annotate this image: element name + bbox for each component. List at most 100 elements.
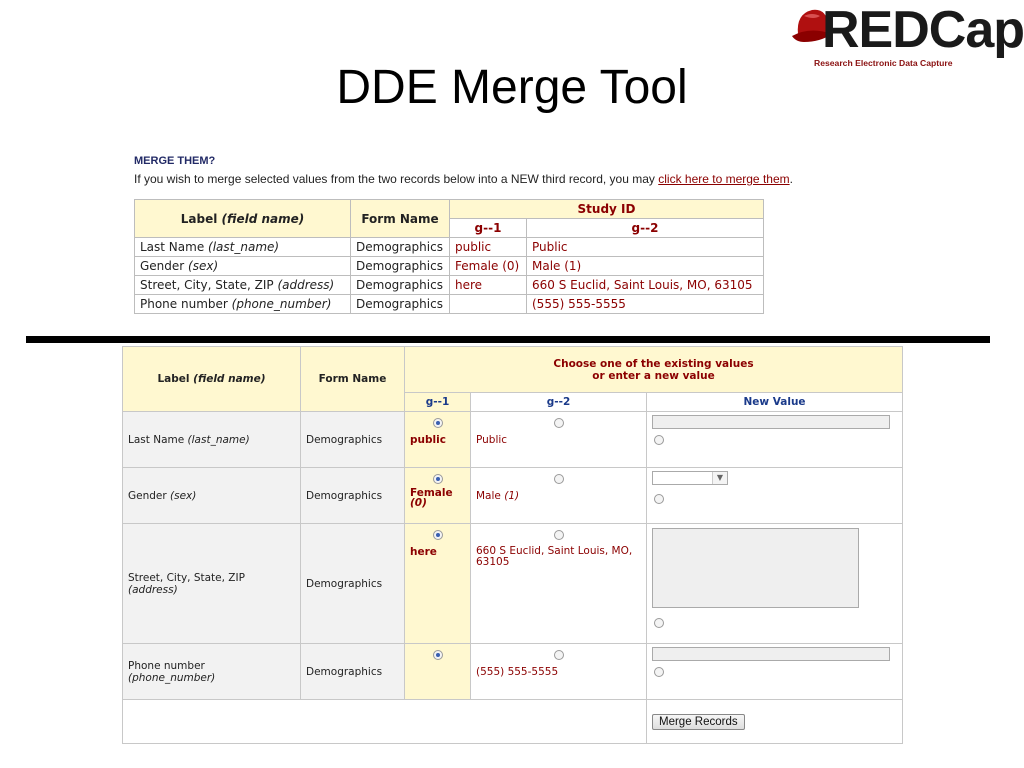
record2-value: Male (1) (476, 490, 641, 502)
row-value-record1: here (449, 275, 527, 295)
row-value-record2: Public (526, 237, 764, 257)
new-value-radio[interactable] (654, 494, 664, 504)
row-label: Gender (sex) (134, 256, 351, 276)
field-name-text: (last_name) (208, 240, 280, 254)
page-title: DDE Merge Tool (336, 61, 688, 114)
merge-header-label: Label (field name) (122, 346, 301, 412)
row-label: Last Name (last_name) (122, 411, 301, 468)
record2-radio[interactable] (553, 650, 564, 660)
label-text: Gender (140, 259, 189, 273)
new-value-select[interactable]: ▼ (652, 471, 728, 485)
table-row: Gender (sex) Demographics Female (0) Male… (122, 467, 903, 524)
row-label: Street, City, State, ZIP (address) (122, 523, 301, 644)
record1-value: here (410, 546, 437, 558)
record1-value: public (410, 434, 446, 446)
table-row: Phone number (phone_number) Demographics… (122, 643, 903, 700)
header-field-name-text: (field name) (193, 373, 266, 385)
record1-radio[interactable] (432, 474, 443, 484)
row-form: Demographics (300, 523, 405, 644)
row-form: Demographics (350, 294, 450, 314)
row-label: Last Name (last_name) (134, 237, 351, 257)
label-text: Last Name (128, 433, 188, 446)
table-row: Street, City, State, ZIP (address) Demog… (134, 275, 764, 295)
table-row: Gender (sex) Demographics Female (0) Mal… (134, 256, 764, 276)
record2-value: Public (476, 434, 508, 446)
record2-value: 660 S Euclid, Saint Louis, MO, 63105 (476, 545, 633, 568)
new-value-textarea[interactable] (652, 528, 859, 608)
new-value-radio[interactable] (654, 435, 664, 445)
merge-description-text: If you wish to merge selected values fro… (134, 172, 659, 186)
merge-records-button[interactable]: Merge Records (652, 713, 745, 730)
label-text: Street, City, State, ZIP (128, 571, 245, 584)
record2-choice[interactable]: Public (470, 411, 647, 468)
label-text: Gender (128, 489, 171, 502)
new-value-radio[interactable] (654, 618, 664, 628)
row-value-record1: public (449, 237, 527, 257)
record1-radio[interactable] (432, 530, 443, 540)
merge-link[interactable]: click here to merge them (658, 172, 789, 186)
table-row: Last Name (last_name) Demographics publi… (122, 411, 903, 468)
table-row: Phone number (phone_number) Demographics… (134, 294, 764, 314)
new-value-radio[interactable] (654, 667, 664, 677)
merge-header-new-value: New Value (646, 392, 903, 412)
row-value-record2: 660 S Euclid, Saint Louis, MO, 63105 (526, 275, 764, 295)
record1-radio[interactable] (432, 418, 443, 428)
label-text: Street, City, State, ZIP (140, 278, 278, 292)
row-value-record1 (449, 294, 527, 314)
record2-value-text: Male (476, 490, 505, 502)
compare-table: Label (field name) Form Name Study ID g-… (134, 199, 764, 314)
label-text: Last Name (140, 240, 209, 254)
field-name-text: (phone_number) (128, 671, 216, 684)
record1-value-code: (0) (410, 497, 427, 509)
field-name-text: (sex) (170, 489, 197, 502)
new-value-cell: ▼ (646, 467, 903, 524)
row-form: Demographics (350, 275, 450, 295)
merge-heading: MERGE THEM? (134, 155, 216, 167)
merge-header-choose: Choose one of the existing values or ent… (404, 346, 903, 393)
record1-choice[interactable]: here (404, 523, 471, 644)
row-value-record2: (555) 555-5555 (526, 294, 764, 314)
new-value-text-input[interactable] (652, 647, 890, 661)
record1-choice[interactable] (404, 643, 471, 700)
choose-line-2: or enter a new value (592, 369, 715, 382)
row-label: Phone number (phone_number) (134, 294, 351, 314)
compare-header-record2: g--2 (526, 218, 764, 238)
merge-table: Label (field name) Form Name Choose one … (122, 346, 903, 744)
record2-radio[interactable] (553, 530, 564, 540)
header-label-text: Label (157, 373, 190, 385)
record2-radio[interactable] (553, 418, 564, 428)
compare-header-label: Label (field name) (134, 199, 351, 238)
field-name-text: (last_name) (187, 433, 250, 446)
record1-radio[interactable] (432, 650, 443, 660)
record1-choice[interactable]: Female (0) (404, 467, 471, 524)
chevron-down-icon: ▼ (712, 472, 727, 484)
label-text: Phone number (140, 297, 232, 311)
new-value-text-input[interactable] (652, 415, 890, 429)
row-form: Demographics (300, 643, 405, 700)
row-form: Demographics (350, 237, 450, 257)
record2-choice[interactable]: Male (1) (470, 467, 647, 524)
record2-radio[interactable] (553, 474, 564, 484)
logo-wordmark: REDCap (822, 1, 1024, 59)
header-label-text: Label (180, 211, 218, 226)
compare-header-study-id: Study ID (449, 199, 764, 219)
table-row: Last Name (last_name) Demographics publi… (134, 237, 764, 257)
record2-value-code: (1) (504, 490, 520, 502)
field-name-text: (address) (128, 583, 178, 596)
row-form: Demographics (350, 256, 450, 276)
row-value-record1: Female (0) (449, 256, 527, 276)
merge-header-record1: g--1 (404, 392, 471, 412)
row-label: Gender (sex) (122, 467, 301, 524)
record1-choice[interactable]: public (404, 411, 471, 468)
compare-header-form: Form Name (350, 199, 450, 238)
record2-choice[interactable]: (555) 555-5555 (470, 643, 647, 700)
record2-value: (555) 555-5555 (476, 666, 559, 678)
row-value-record2: Male (1) (526, 256, 764, 276)
row-label: Street, City, State, ZIP (address) (134, 275, 351, 295)
record2-choice[interactable]: 660 S Euclid, Saint Louis, MO, 63105 (470, 523, 647, 644)
merge-description-end: . (789, 172, 793, 186)
new-value-cell (646, 411, 903, 468)
compare-header-record1: g--1 (449, 218, 527, 238)
record1-value: Female (0) (410, 488, 465, 509)
field-name-text: (phone_number) (231, 297, 332, 311)
